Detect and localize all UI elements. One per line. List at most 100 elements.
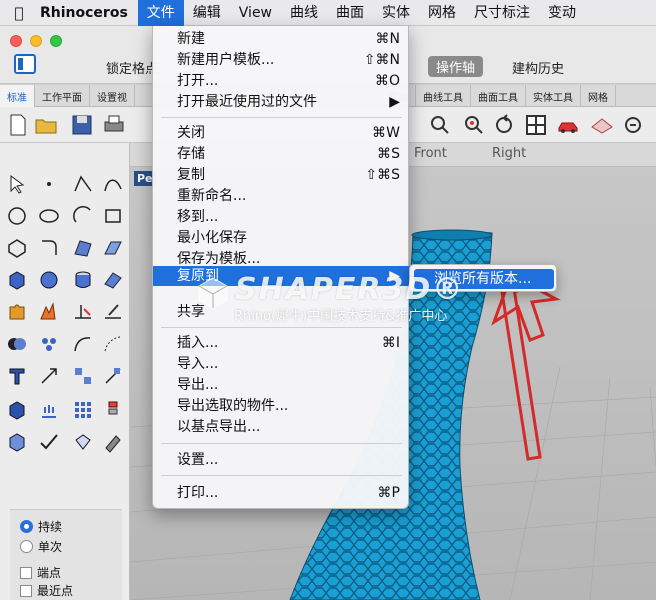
- properties-icon[interactable]: [102, 431, 124, 453]
- menu-file[interactable]: 文件: [137, 0, 184, 26]
- polygon-icon[interactable]: [6, 237, 28, 259]
- menu-mesh[interactable]: 网格: [419, 0, 465, 26]
- scale-icon[interactable]: [102, 365, 124, 387]
- polyline-icon[interactable]: [72, 173, 94, 195]
- menu-export-with-origin[interactable]: 以基点导出...: [153, 417, 410, 437]
- surface-grid-icon[interactable]: [590, 113, 614, 137]
- checkbox-nearest[interactable]: [20, 584, 32, 597]
- menu-open[interactable]: 打开... ⌘O: [153, 71, 410, 91]
- osnap-nearest-option[interactable]: 最近点: [20, 582, 73, 599]
- curve-icon[interactable]: [102, 173, 124, 195]
- save-icon[interactable]: [70, 113, 94, 137]
- menu-close[interactable]: 关闭 ⌘W: [153, 123, 410, 143]
- block-icon[interactable]: [102, 399, 124, 421]
- zoom-window-button[interactable]: [50, 35, 62, 47]
- menu-move-to[interactable]: 移到...: [153, 207, 410, 227]
- tab-solid-tools[interactable]: 实体工具: [526, 85, 581, 107]
- menu-settings[interactable]: 设置...: [153, 450, 410, 470]
- radio-continuous[interactable]: [20, 520, 33, 533]
- open-folder-icon[interactable]: [34, 113, 58, 137]
- menu-new-template[interactable]: 新建用户模板... ⇧⌘N: [153, 50, 410, 70]
- menu-export-selected[interactable]: 导出选取的物件...: [153, 396, 410, 416]
- dimension-box-icon[interactable]: [72, 431, 94, 453]
- osnap-endpoint-option[interactable]: 端点: [20, 564, 61, 581]
- apple-icon[interactable]: : [0, 4, 38, 22]
- ellipse-icon[interactable]: [38, 205, 60, 227]
- menu-open-recent[interactable]: 打开最近使用过的文件 ▶: [153, 92, 410, 112]
- menu-print[interactable]: 打印... ⌘P: [153, 483, 410, 503]
- menu-new[interactable]: 新建 ⌘N: [153, 29, 410, 49]
- lights-icon[interactable]: [38, 399, 60, 421]
- zoom-window-icon[interactable]: [428, 113, 452, 137]
- array-icon[interactable]: [72, 365, 94, 387]
- rotate-view-icon[interactable]: [492, 113, 516, 137]
- four-viewports-icon[interactable]: [524, 113, 548, 137]
- puzzle-icon[interactable]: [6, 301, 28, 323]
- check-icon[interactable]: [38, 431, 60, 453]
- tab-right-view[interactable]: Right: [492, 146, 526, 161]
- tab-surface-tools[interactable]: 曲面工具: [471, 85, 526, 107]
- menu-curve[interactable]: 曲线: [281, 0, 327, 26]
- box-solid-icon[interactable]: [6, 269, 28, 291]
- mesh-plane-icon[interactable]: [102, 269, 124, 291]
- select-arrow-icon[interactable]: [6, 173, 28, 195]
- minimize-window-button[interactable]: [30, 35, 42, 47]
- loft-surface-icon[interactable]: [102, 237, 124, 259]
- osnap-continuous-option[interactable]: 持续: [20, 518, 62, 535]
- menu-transform[interactable]: 变动: [539, 0, 585, 26]
- sidebar-toggle-icon[interactable]: [14, 54, 36, 74]
- analysis-icon[interactable]: [622, 113, 646, 137]
- menu-dimension[interactable]: 尺寸标注: [465, 0, 539, 26]
- menu-import[interactable]: 导入...: [153, 354, 410, 374]
- menu-solid[interactable]: 实体: [373, 0, 419, 26]
- menu-save[interactable]: 存储 ⌘S: [153, 144, 410, 164]
- surface-patch-icon[interactable]: [72, 237, 94, 259]
- explode-icon[interactable]: [38, 301, 60, 323]
- cylinder-solid-icon[interactable]: [72, 269, 94, 291]
- print-icon[interactable]: [102, 113, 126, 137]
- menu-rename[interactable]: 重新命名...: [153, 186, 410, 206]
- arc-icon[interactable]: [72, 205, 94, 227]
- tab-setview[interactable]: 设置视: [90, 85, 135, 107]
- menu-edit[interactable]: 编辑: [184, 0, 230, 26]
- tab-curve-tools[interactable]: 曲线工具: [416, 85, 471, 107]
- grid-array-icon[interactable]: [72, 399, 94, 421]
- circle-icon[interactable]: [6, 205, 28, 227]
- tab-cplane[interactable]: 工作平面: [35, 85, 90, 107]
- render-car-icon[interactable]: [556, 113, 580, 137]
- history-toggle[interactable]: 建构历史: [512, 58, 564, 77]
- menu-surface[interactable]: 曲面: [327, 0, 373, 26]
- osnap-single-option[interactable]: 单次: [20, 538, 62, 555]
- menu-export[interactable]: 导出...: [153, 375, 410, 395]
- boolean-icon[interactable]: [6, 333, 28, 355]
- fillet-curve-icon[interactable]: [38, 237, 60, 259]
- sphere-solid-icon[interactable]: [38, 269, 60, 291]
- operation-axis-toggle[interactable]: 操作轴: [428, 56, 484, 77]
- lock-grid-toggle[interactable]: 锁定格点: [106, 58, 158, 77]
- text-icon[interactable]: [6, 365, 28, 387]
- split-icon[interactable]: [102, 301, 124, 323]
- offset-curve-icon[interactable]: [102, 333, 124, 355]
- point-cloud-icon[interactable]: [38, 333, 60, 355]
- app-menu[interactable]: Rhinoceros: [38, 5, 138, 21]
- menu-view[interactable]: View: [230, 0, 281, 26]
- checkbox-endpoint[interactable]: [20, 566, 32, 579]
- tab-standard[interactable]: 标准: [0, 85, 35, 107]
- zoom-target-icon[interactable]: [462, 113, 486, 137]
- radio-single[interactable]: [20, 540, 33, 553]
- tab-front-view[interactable]: Front: [414, 146, 447, 161]
- menu-insert[interactable]: 插入... ⌘I: [153, 333, 410, 353]
- blend-curve-icon[interactable]: [72, 333, 94, 355]
- rectangle-icon[interactable]: [102, 205, 124, 227]
- move-icon[interactable]: [38, 365, 60, 387]
- box-edit-icon[interactable]: [6, 399, 28, 421]
- tab-mesh[interactable]: 网格: [581, 85, 616, 107]
- trim-icon[interactable]: [72, 301, 94, 323]
- menu-minimal-save[interactable]: 最小化保存: [153, 228, 410, 248]
- point-icon[interactable]: [38, 173, 60, 195]
- new-file-icon[interactable]: [6, 113, 30, 137]
- mesh-box-icon[interactable]: [6, 431, 28, 453]
- menu-duplicate[interactable]: 复制 ⇧⌘S: [153, 165, 410, 185]
- close-window-button[interactable]: [10, 35, 22, 47]
- menu-separator: [161, 327, 402, 328]
